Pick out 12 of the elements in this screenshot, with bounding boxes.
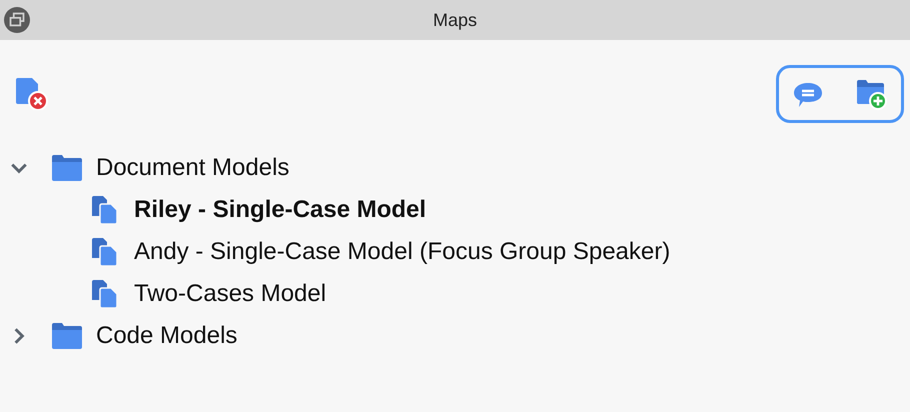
tree-item[interactable]: Andy - Single-Case Model (Focus Group Speaker) [134, 238, 670, 266]
tree-item[interactable]: Code Models [96, 322, 238, 350]
tree-item[interactable]: Two-Cases Model [134, 280, 326, 308]
folder-icon [52, 323, 82, 349]
restore-window-icon[interactable] [4, 7, 30, 33]
delete-map-icon[interactable] [16, 78, 48, 110]
new-folder-icon[interactable] [857, 80, 887, 110]
tree-item[interactable]: Riley - Single-Case Model [134, 196, 426, 224]
tree-item[interactable]: Document Models [96, 154, 290, 182]
window-title: Maps [432, 10, 477, 30]
comment-icon[interactable] [793, 82, 823, 108]
folder-icon [52, 155, 82, 181]
